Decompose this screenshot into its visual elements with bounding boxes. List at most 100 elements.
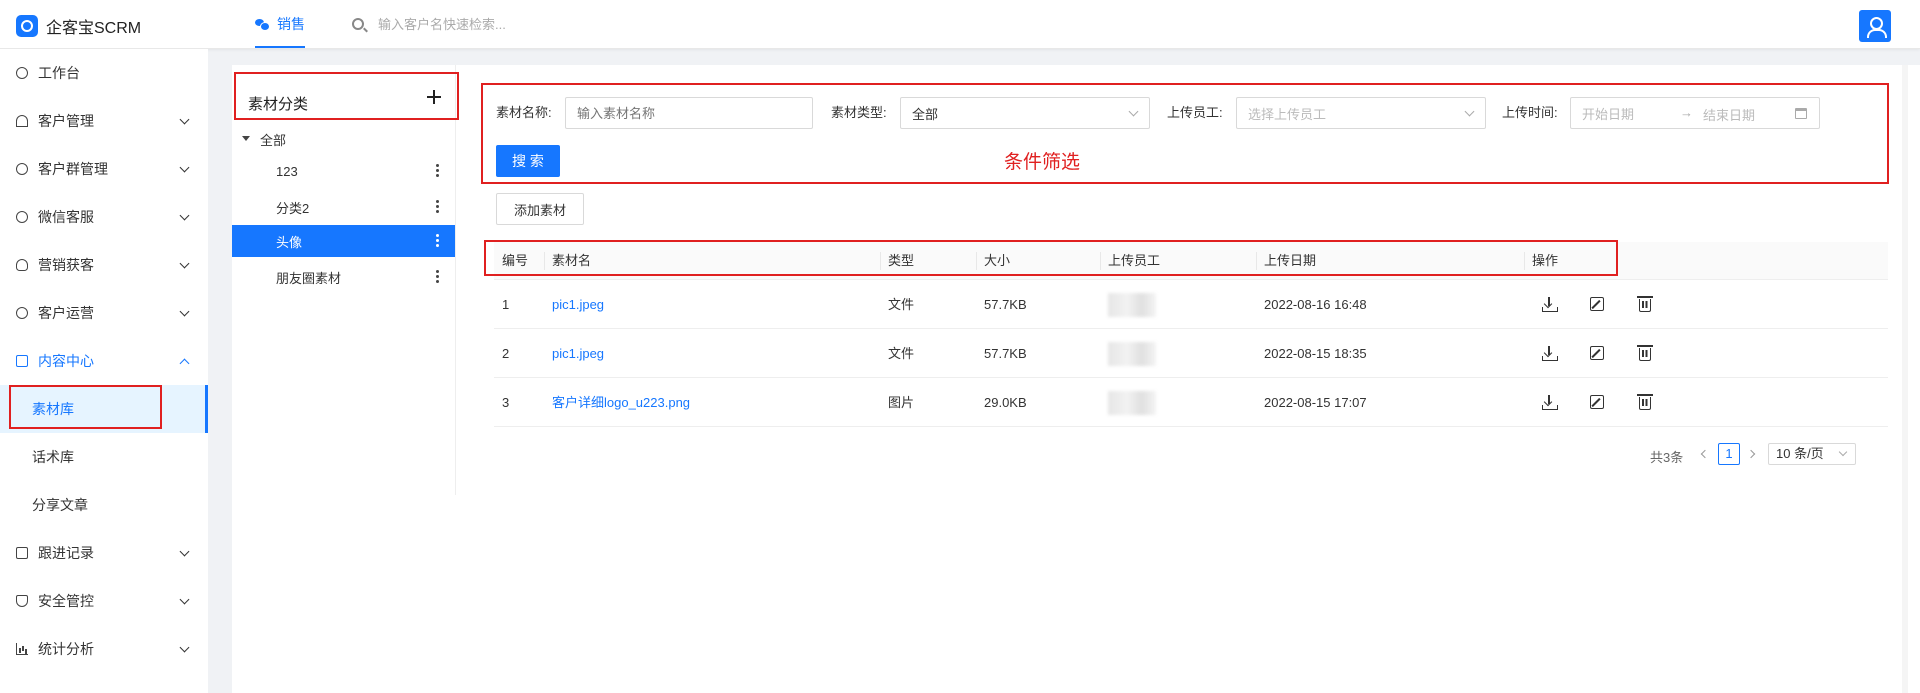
annotation-box-filters [481,83,1889,184]
operations-icon [16,307,28,319]
sidebar-item-group-management[interactable]: 客户群管理 [0,145,208,193]
category-node-all[interactable]: 全部 [232,123,455,155]
edit-icon[interactable] [1590,346,1604,360]
row-id: 1 [502,297,510,312]
sidebar-item-wechat-service[interactable]: 微信客服 [0,193,208,241]
sidebar-item-label: 微信客服 [38,209,94,225]
download-icon[interactable] [1542,395,1558,410]
annotation-box-material-library [9,385,162,429]
sidebar-subitem-shared-articles[interactable]: 分享文章 [0,481,208,529]
logo-icon [16,15,38,37]
download-icon[interactable] [1542,346,1558,361]
row-id: 3 [502,395,510,410]
chevron-right-icon[interactable] [1746,449,1756,459]
sidebar-item-marketing[interactable]: 营销获客 [0,241,208,289]
more-icon[interactable] [436,270,439,284]
tab-sales-label: 销售 [277,16,305,32]
table-row: 1 pic1.jpeg 文件 57.7KB 2022-08-16 16:48 [494,280,1888,329]
chevron-down-icon [179,306,190,317]
chat-icon [16,163,28,175]
sidebar-item-label: 安全管控 [38,593,94,609]
sidebar-item-workbench[interactable]: 工作台 [0,49,208,97]
category-node-label: 头像 [276,234,303,250]
bar-chart-icon [16,643,28,655]
more-icon[interactable] [436,234,439,248]
user-icon [16,115,28,127]
sidebar-item-label: 内容中心 [38,353,94,369]
row-size: 57.7KB [984,346,1027,361]
sidebar-item-label: 统计分析 [38,641,94,657]
delete-icon[interactable] [1637,394,1653,410]
record-icon [16,547,28,559]
material-name-link[interactable]: pic1.jpeg [544,329,604,378]
category-panel: 素材分类 全部 123 分类2 头像 朋友圈素材 [232,65,456,495]
row-date: 2022-08-16 16:48 [1264,297,1367,312]
uploader-avatar-blurred [1108,293,1156,317]
chevron-down-icon [179,594,190,605]
tab-sales[interactable]: 销售 [255,0,305,48]
annotation-box-category [234,72,459,120]
bulb-icon [16,259,28,271]
category-node[interactable]: 分类2 [232,191,455,223]
customer-search-input[interactable] [378,16,678,32]
page-scrollbar[interactable] [1902,65,1908,693]
page-size-select[interactable]: 10 条/页 [1768,443,1856,465]
edit-icon[interactable] [1590,297,1604,311]
chevron-down-icon [179,258,190,269]
sidebar-item-label: 客户运营 [38,305,94,321]
dashboard-icon [16,67,28,79]
row-type: 文件 [888,346,915,361]
category-node-label: 123 [276,163,298,179]
row-size: 57.7KB [984,297,1027,312]
chevron-down-icon [179,114,190,125]
material-name-link[interactable]: pic1.jpeg [544,280,604,329]
row-id: 2 [502,346,510,361]
category-node-label: 朋友圈素材 [276,270,342,286]
uploader-avatar-blurred [1108,342,1156,366]
sidebar-subitem-script-library[interactable]: 话术库 [0,433,208,481]
category-node-label: 分类2 [276,200,310,216]
annotation-box-table-header [484,240,1618,276]
more-icon[interactable] [436,164,439,178]
sidebar-item-customer-management[interactable]: 客户管理 [0,97,208,145]
download-icon[interactable] [1542,297,1558,312]
row-type: 文件 [888,297,915,312]
page-number-current[interactable]: 1 [1718,443,1740,465]
chevron-down-icon [179,642,190,653]
chevron-down-icon [179,162,190,173]
table-row: 2 pic1.jpeg 文件 57.7KB 2022-08-15 18:35 [494,329,1888,378]
add-material-button[interactable]: 添加素材 [496,193,584,225]
sidebar-item-content-center[interactable]: 内容中心 [0,337,208,385]
sidebar-item-statistics[interactable]: 统计分析 [0,625,208,673]
message-icon [16,211,28,223]
sidebar-item-customer-operations[interactable]: 客户运营 [0,289,208,337]
brand[interactable]: 企客宝SCRM [16,14,141,38]
customer-search [352,12,678,36]
material-name-link[interactable]: 客户详细logo_u223.png [544,378,690,427]
edit-icon[interactable] [1590,395,1604,409]
category-node[interactable]: 123 [232,155,455,187]
content-icon [16,355,28,367]
user-avatar-button[interactable] [1859,10,1891,42]
category-node-selected[interactable]: 头像 [232,225,455,257]
sidebar-item-label: 客户管理 [38,113,94,129]
sidebar-item-label: 跟进记录 [38,545,94,561]
top-header: 企客宝SCRM 销售 [0,0,1920,49]
row-date: 2022-08-15 17:07 [1264,395,1367,410]
wechat-icon [255,18,270,31]
brand-name: 企客宝SCRM [46,20,142,37]
chevron-left-icon[interactable] [1700,449,1710,459]
sidebar-item-follow-up[interactable]: 跟进记录 [0,529,208,577]
chevron-down-icon [1838,447,1848,457]
uploader-avatar-blurred [1108,391,1156,415]
row-size: 29.0KB [984,395,1027,410]
pagination-total: 共3条 [1650,450,1684,465]
more-icon[interactable] [436,200,439,214]
delete-icon[interactable] [1637,345,1653,361]
sidebar-item-label: 客户群管理 [38,161,108,177]
chevron-up-icon [179,358,190,369]
sidebar-item-security[interactable]: 安全管控 [0,577,208,625]
chevron-down-icon [179,210,190,221]
category-node[interactable]: 朋友圈素材 [232,261,455,293]
delete-icon[interactable] [1637,296,1653,312]
